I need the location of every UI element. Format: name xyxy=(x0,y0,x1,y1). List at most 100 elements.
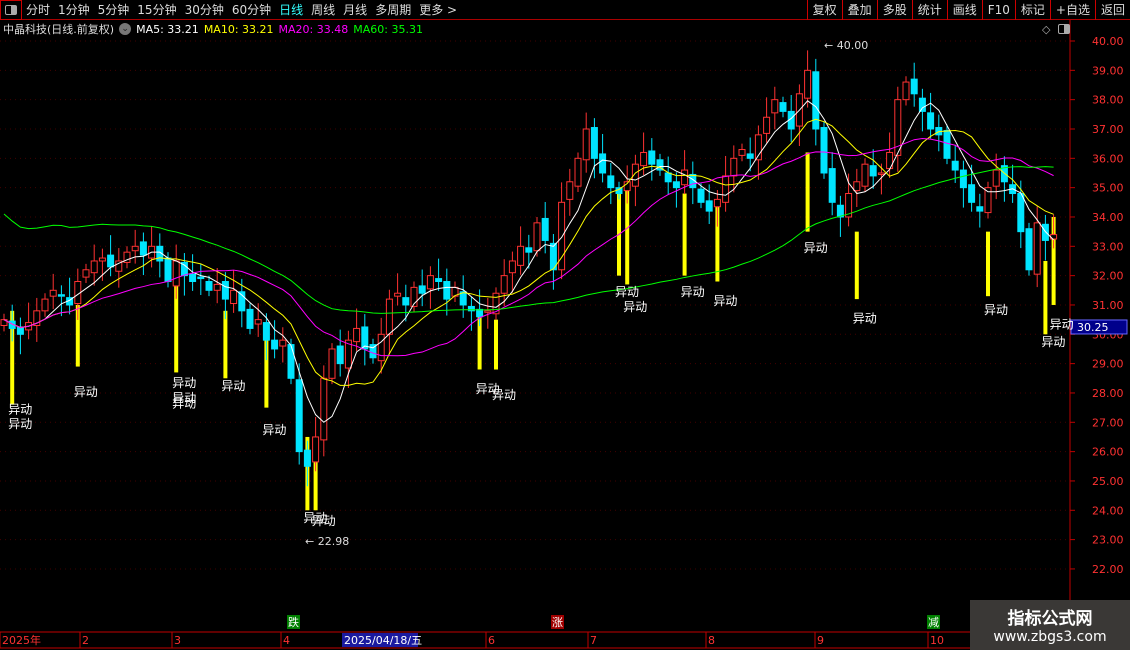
indicator-info-bar: 中晶科技(日线.前复权) ⌄ MA5: 33.21 MA10: 33.21 MA… xyxy=(3,21,423,37)
toolbar-button[interactable]: 多股 xyxy=(876,0,912,20)
panel-icon[interactable] xyxy=(1058,24,1070,34)
y-tick-label: 24.00 xyxy=(1092,504,1124,517)
candle-body xyxy=(951,160,959,171)
period-tab[interactable]: 日线 xyxy=(275,1,307,18)
abnormal-marker-label: 异动 xyxy=(984,303,1008,317)
candle-body xyxy=(443,281,451,300)
candle-body xyxy=(139,241,147,256)
abnormal-marker-label: 异动 xyxy=(172,397,196,411)
candle-body xyxy=(164,257,172,283)
candle-body xyxy=(254,319,262,325)
candle-body xyxy=(98,257,106,262)
y-tick-label: 35.00 xyxy=(1092,182,1124,195)
abnormal-marker-bar xyxy=(986,231,990,297)
abnormal-marker-bar xyxy=(854,231,859,300)
y-tick-label: 40.00 xyxy=(1092,35,1124,48)
candle-body xyxy=(713,198,721,208)
candle-body xyxy=(246,308,254,329)
candle-body xyxy=(172,260,180,287)
period-tab[interactable]: 更多 > xyxy=(415,1,461,18)
candle-body xyxy=(828,168,836,203)
y-tick-label: 33.00 xyxy=(1092,240,1124,253)
abnormal-marker-bar xyxy=(223,310,228,379)
candle-body xyxy=(295,379,303,453)
y-tick-label: 25.00 xyxy=(1092,475,1124,488)
toolbar-button[interactable]: 统计 xyxy=(911,0,947,20)
abnormal-marker-label: 异动 xyxy=(853,312,877,326)
candle-body xyxy=(377,333,385,362)
abnormal-marker-label: 异动 xyxy=(713,294,737,308)
candlestick-chart[interactable]: 40.00 39.00 38.00 37.00 36.00 35.00 34.00 33.00… xyxy=(0,0,1130,650)
candle-body xyxy=(959,169,967,189)
abnormal-marker-label: 异动 xyxy=(8,402,32,416)
candle-body xyxy=(992,169,1000,187)
abnormal-marker-label: 异动 xyxy=(312,514,336,528)
candle-body xyxy=(681,169,689,186)
candle-body xyxy=(541,217,549,241)
chevron-down-icon[interactable]: ⌄ xyxy=(119,23,132,35)
abnormal-marker-bar xyxy=(494,319,498,370)
candle-body xyxy=(353,327,361,343)
toolbar-button[interactable]: 叠加 xyxy=(841,0,877,20)
toolbar-button[interactable]: 返回 xyxy=(1094,0,1130,20)
candle-body xyxy=(664,172,672,183)
candle-body xyxy=(517,245,525,266)
abnormal-marker-label: 异动 xyxy=(1050,317,1074,331)
candle-body xyxy=(500,275,508,294)
abnormal-marker-label: 异动 xyxy=(615,285,639,299)
candle-body xyxy=(738,149,746,156)
candle-body xyxy=(385,298,393,335)
candle-body xyxy=(976,206,984,212)
period-tab[interactable]: 多周期 xyxy=(371,1,415,18)
period-tab[interactable]: 60分钟 xyxy=(228,1,275,18)
candle-body xyxy=(640,151,648,167)
toolbar-button[interactable]: 复权 xyxy=(806,0,842,20)
abnormal-marker-label: 异动 xyxy=(172,376,196,390)
period-tab[interactable]: 周线 xyxy=(307,1,339,18)
candle-body xyxy=(1017,193,1025,233)
panel-icon xyxy=(5,4,17,15)
x-tick-label: 6 xyxy=(488,634,495,647)
x-tick-label: 2025年 xyxy=(2,633,41,647)
toolbar-button[interactable]: 标记 xyxy=(1014,0,1050,20)
period-tab[interactable]: 15分钟 xyxy=(133,1,180,18)
abnormal-marker-label: 异动 xyxy=(492,388,516,402)
toolbar-button[interactable]: +自选 xyxy=(1049,0,1095,20)
toolbar-button[interactable]: 画线 xyxy=(946,0,982,20)
diamond-icon[interactable]: ◇ xyxy=(1042,23,1050,36)
candle-body xyxy=(877,172,885,175)
candle-body xyxy=(861,163,869,187)
x-tick-label: 8 xyxy=(708,634,715,647)
y-tick-label: 36.00 xyxy=(1092,152,1124,165)
abnormal-marker-label: 异动 xyxy=(262,423,286,437)
candle-body xyxy=(213,283,221,291)
y-tick-label: 38.00 xyxy=(1092,94,1124,107)
period-tab[interactable]: 分时 xyxy=(22,1,54,18)
candle-body xyxy=(328,348,336,379)
toolbar-button[interactable]: F10 xyxy=(981,0,1015,20)
x-tick-label: 2 xyxy=(82,634,89,647)
abnormal-marker-label: 异动 xyxy=(681,285,705,299)
candle-body xyxy=(90,260,98,274)
candle-body xyxy=(221,281,229,300)
candle-body xyxy=(303,449,311,467)
candle-body xyxy=(730,157,738,177)
period-tab[interactable]: 1分钟 xyxy=(54,1,94,18)
candle-body xyxy=(763,116,771,134)
signal-text: 减 xyxy=(928,616,939,629)
period-tab[interactable]: 30分钟 xyxy=(181,1,228,18)
candle-body xyxy=(82,269,90,278)
period-tab[interactable]: 月线 xyxy=(339,1,371,18)
candle-body xyxy=(672,181,680,189)
candle-body xyxy=(107,254,115,268)
period-tab[interactable]: 5分钟 xyxy=(94,1,134,18)
signal-text: 涨 xyxy=(552,616,563,629)
candle-body xyxy=(312,436,320,463)
candle-body xyxy=(279,339,287,347)
candle-body xyxy=(927,112,935,130)
panel-toggle-button[interactable] xyxy=(0,0,22,20)
candle-body xyxy=(131,245,139,252)
abnormal-marker-label: 异动 xyxy=(74,385,98,399)
candle-body xyxy=(771,99,779,114)
candle-body xyxy=(648,150,656,165)
